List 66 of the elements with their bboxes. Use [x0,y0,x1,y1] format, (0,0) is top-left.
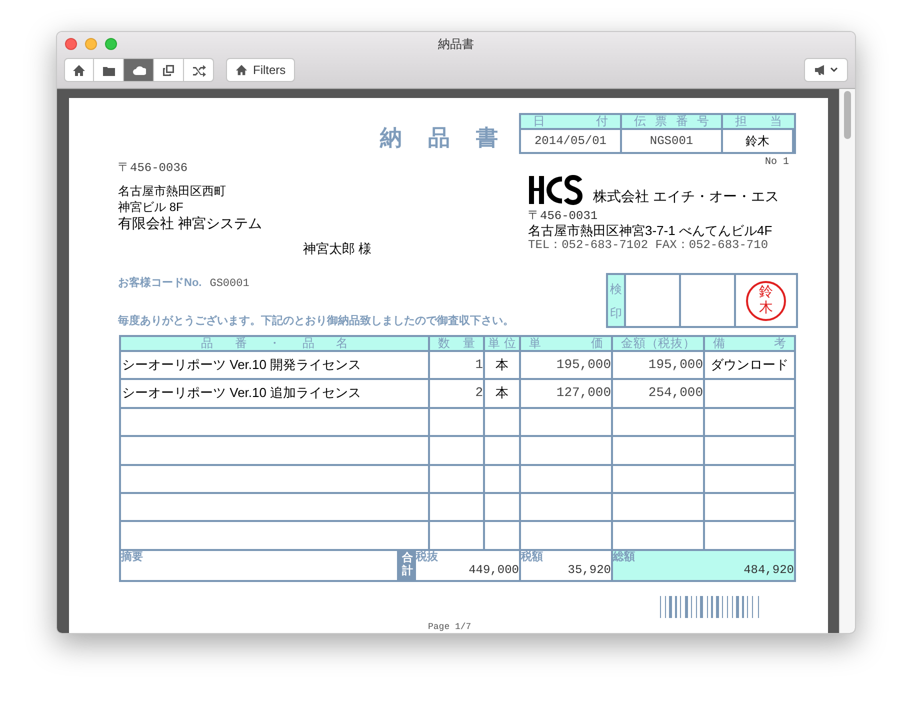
column-header: 伝票番号 [622,115,723,130]
cloud-icon [132,64,146,76]
table-cell: 2 [430,380,485,407]
stamp-label: 検印 [608,275,626,326]
address-line: 名古屋市熱田区神宮3-7-1 べんてんビル4F [528,223,774,238]
customer-code-label: お客様コードNo. [118,276,202,291]
total-caption: 総額 [613,550,636,563]
table-cell: 本 [485,380,521,407]
document-title: 納品書 [380,124,498,152]
total-label: 合計 [399,550,416,580]
filters-button[interactable]: Filters [226,58,295,82]
column-header: 数量 [430,337,485,350]
column-header: 担当 [723,115,794,130]
column-header: 金額（税抜） [613,337,705,350]
logo-icon [528,175,583,205]
column-header: 備考 [712,337,787,350]
recipient-name: 神宮太郎 様 [303,240,373,258]
copy-icon [162,64,176,76]
total-caption: 税抜 [416,550,439,563]
page-indicator: Page 1/7 [428,621,472,633]
table-cell: 1 [430,352,485,378]
remarks-label: 摘要 [121,550,144,564]
column-header: 日付 [521,115,622,130]
table-cell: NGS001 [622,130,723,152]
view-button[interactable] [124,58,154,82]
address-line: 神宮ビル 8F [118,199,184,215]
shuffle-icon [192,64,206,76]
megaphone-icon [814,64,827,76]
table-cell: 2014/05/01 [521,130,622,152]
customer-code: GS0001 [210,277,250,292]
table-cell: 195,000 [521,352,613,378]
seal-stamp: 鈴木 [746,280,786,320]
chevron-down-icon [830,67,838,73]
scroll-thumb[interactable] [844,91,851,139]
window-title: 納品書 [438,37,474,51]
table-cell: 254,000 [613,380,705,407]
view-button[interactable] [94,58,124,82]
view-button[interactable] [184,58,214,82]
table-cell: 195,000 [613,352,705,378]
total-amount: 449,000 [468,562,519,577]
home-icon [72,64,86,76]
view-button[interactable] [154,58,184,82]
view-button[interactable] [64,58,94,82]
table-cell: 鈴木 [723,130,794,152]
table-cell: 本 [485,352,521,378]
total-caption: 税額 [521,550,544,563]
table-cell: 127,000 [521,380,613,407]
announce-menu-button[interactable] [804,58,848,82]
table-cell-text: ダウンロード [710,356,790,374]
company-name: 株式会社 エイチ・オー・エス [593,187,779,205]
close-button[interactable] [65,38,77,50]
postal-code: 〒456-0036 [118,161,189,175]
message-text: 毎度ありがとうございます。下記のとおり御納品致しましたので御査収下さい。 [118,314,514,329]
phone-fax-line: TEL：052-683-7102 FAX：052-683-710 [528,238,770,253]
address-line: 名古屋市熱田区西町 [118,183,227,199]
table-cell: シーオーリポーツ Ver.10 開発ライセンス [121,352,430,378]
postal-code: 〒456-0031 [528,209,599,223]
column-header: 品番・品名 [121,337,430,350]
column-header: 単価 [521,337,613,350]
table-cell: シーオーリポーツ Ver.10 追加ライセンス [121,380,430,407]
total-amount: 484,920 [742,562,794,577]
sheet-number: No 1 [764,156,789,170]
home-icon [235,64,248,76]
column-header: 単位 [485,337,521,350]
total-amount: 35,920 [566,562,611,577]
company-name: 有限会社 神宮システム [118,215,263,231]
